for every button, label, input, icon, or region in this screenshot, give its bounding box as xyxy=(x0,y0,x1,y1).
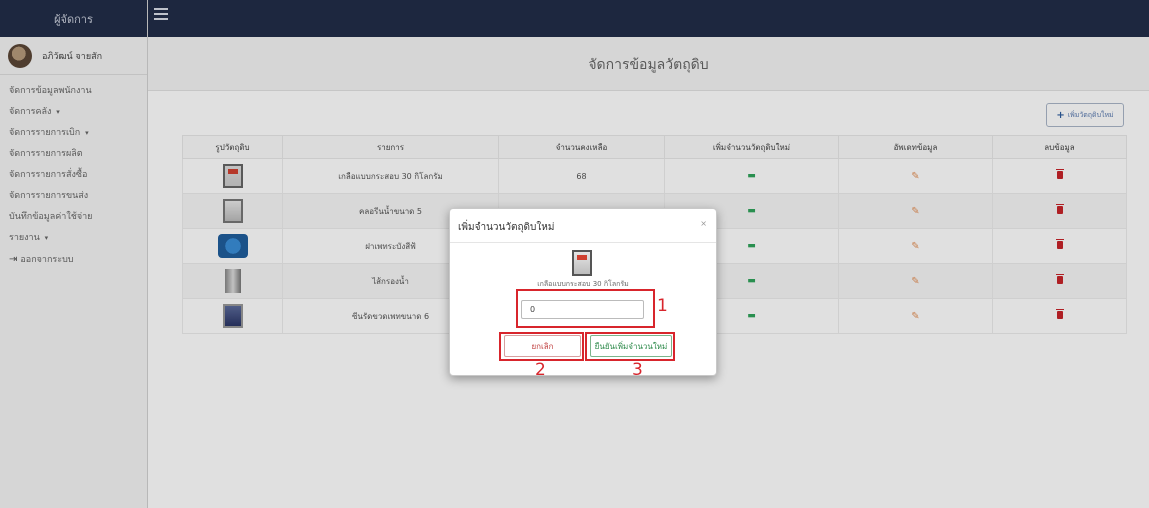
annotation-box-3 xyxy=(585,332,675,361)
annotation-box-1 xyxy=(516,289,655,328)
annotation-number: 2 xyxy=(535,360,546,380)
modal-title: เพิ่มจำนวนวัตถุดิบใหม่ xyxy=(458,222,555,233)
close-icon[interactable]: × xyxy=(700,219,707,228)
modal-header: เพิ่มจำนวนวัตถุดิบใหม่ × xyxy=(450,209,716,243)
annotation-number: 1 xyxy=(657,296,668,316)
annotation-number: 3 xyxy=(632,360,643,380)
material-image xyxy=(572,250,592,276)
annotation-box-2 xyxy=(499,332,584,361)
